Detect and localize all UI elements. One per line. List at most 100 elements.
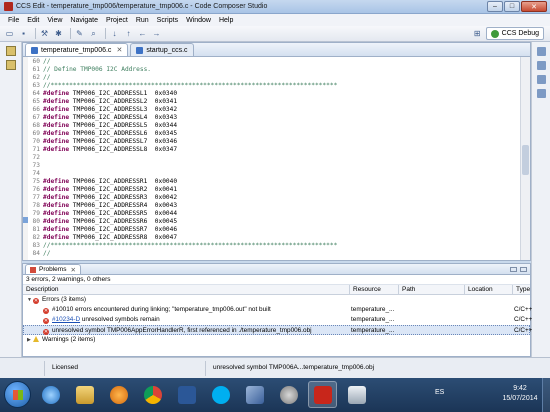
project-explorer-icon[interactable] [6,46,16,56]
new-file-icon[interactable]: ▭ [4,28,15,39]
status-separator [44,361,45,376]
code-line[interactable]: 72 [29,154,43,162]
save-icon[interactable]: ▪ [18,28,29,39]
debug-bug-icon[interactable]: ✱ [53,28,64,39]
column-type[interactable]: Type [512,285,532,295]
maximize-button[interactable]: □ [504,1,520,12]
column-description[interactable]: Description [23,285,349,295]
taskbar-explorer[interactable] [70,381,99,408]
warnings-group-row[interactable]: ▶ Warnings (2 items) [23,335,530,345]
maximize-view-icon[interactable] [520,266,527,272]
code-line[interactable]: 64 #define TMP006_I2C_ADDRESSL1 0x0340 [29,90,178,98]
code-line[interactable]: 74 [29,170,43,178]
back-icon[interactable]: ← [137,28,148,39]
menu-window[interactable]: Window [182,17,215,24]
menu-edit[interactable]: Edit [23,17,43,24]
minimize-button[interactable]: – [487,1,503,12]
problem-row[interactable]: ✕ #10010 errors encountered during linkin… [23,305,532,315]
menu-view[interactable]: View [43,17,66,24]
system-clock[interactable]: 9:42 15/07/2014 [500,384,540,404]
skype-icon [211,385,230,404]
code-line[interactable]: 83//************************************… [29,242,338,250]
code-line[interactable]: 71 #define TMP006_I2C_ADDRESSL8 0x0347 [29,146,178,154]
code-line[interactable]: 73 [29,162,43,170]
column-path[interactable]: Path [398,285,464,295]
code-line[interactable]: 60// [29,58,51,66]
ccs-debug-perspective-button[interactable]: CCS Debug [485,27,544,40]
code-line[interactable]: 82 #define TMP006_I2C_ADDRESSR8 0x0047 [29,234,178,242]
taskbar-virtualbox[interactable] [240,381,269,408]
editor-vertical-scrollbar[interactable] [520,57,530,260]
code-line[interactable]: 84// [29,250,51,258]
code-line[interactable]: 80 #define TMP006_I2C_ADDRESSR6 0x0045 [29,218,178,226]
forward-icon[interactable]: → [151,28,162,39]
code-line[interactable]: 61// Define TMP006 I2C Address. [29,66,151,74]
taskbar-media-player[interactable] [104,381,133,408]
build-hammer-icon[interactable]: ⚒ [39,28,50,39]
code-line[interactable]: 75 #define TMP006_I2C_ADDRESSR1 0x0040 [29,178,178,186]
problem-type: C/C++... [514,306,532,313]
code-comment: //**************************************… [43,82,338,89]
taskbar-chrome[interactable] [138,381,167,408]
code-line[interactable]: 65 #define TMP006_I2C_ADDRESSL2 0x0341 [29,98,178,106]
minimized-view-icon[interactable] [537,89,546,98]
code-line[interactable]: 70 #define TMP006_I2C_ADDRESSL7 0x0346 [29,138,178,146]
scrollbar-thumb[interactable] [522,145,529,175]
outline-icon[interactable] [6,60,16,70]
minimized-view-icon[interactable] [537,61,546,70]
problem-row-selected[interactable]: ✕ unresolved symbol TMP006AppErrorHandler… [23,325,532,335]
code-line[interactable]: 79 #define TMP006_I2C_ADDRESSR5 0x0044 [29,210,178,218]
close-tab-icon[interactable]: ✕ [116,46,122,54]
next-annotation-icon[interactable]: ↓ [109,28,120,39]
taskbar-calculator[interactable] [342,381,371,408]
code-line[interactable]: 66 #define TMP006_I2C_ADDRESSL3 0x0342 [29,106,178,114]
flash-icon[interactable]: ✎ [74,28,85,39]
tab-startup-ccs-c[interactable]: startup_ccs.c [130,43,194,56]
taskbar-code-composer-studio[interactable] [308,381,337,408]
bug-icon [490,29,499,38]
code-line[interactable]: 77 #define TMP006_I2C_ADDRESSR3 0x0042 [29,194,178,202]
toolbar-separator [35,28,36,39]
code-line[interactable]: 78 #define TMP006_I2C_ADDRESSR4 0x0043 [29,202,178,210]
problem-row[interactable]: ✕ #10234-D unresolved symbols remain temp… [23,315,532,325]
code-line[interactable]: 69 #define TMP006_I2C_ADDRESSL6 0x0345 [29,130,178,138]
code-line[interactable]: 62// [29,74,51,82]
minimize-view-icon[interactable] [510,266,517,272]
code-line[interactable]: 63//************************************… [29,82,338,90]
code-line[interactable]: 68 #define TMP006_I2C_ADDRESSL5 0x0344 [29,122,178,130]
close-button[interactable]: ✕ [521,1,547,12]
errors-group-row[interactable]: ▼ ✕ Errors (3 items) [23,295,530,305]
taskbar-word[interactable] [172,381,201,408]
code-text: TMP006_I2C_ADDRESSL5 0x0344 [69,122,178,129]
code-comment: // [43,250,51,257]
open-perspective-icon[interactable]: ⊞ [472,28,483,39]
taskbar-network-app[interactable] [274,381,303,408]
taskbar-internet-explorer[interactable] [36,381,65,408]
problem-id-link[interactable]: #10234-D [52,316,80,323]
tab-temperature-tmp006-c[interactable]: temperature_tmp006.c ✕ [25,43,129,56]
column-resource[interactable]: Resource [349,285,398,295]
minimized-view-icon[interactable] [537,47,546,56]
start-button[interactable] [4,381,31,408]
language-indicator[interactable]: ES [435,389,444,396]
prev-annotation-icon[interactable]: ↑ [123,28,134,39]
problems-tab-bar: Problems ✕ [23,264,530,275]
code-line[interactable]: 76 #define TMP006_I2C_ADDRESSR2 0x0041 [29,186,178,194]
search-icon[interactable]: ⌕ [88,28,99,39]
menu-navigate[interactable]: Navigate [66,17,102,24]
minimized-view-icon[interactable] [537,75,546,84]
menu-project[interactable]: Project [102,17,132,24]
taskbar-skype[interactable] [206,381,235,408]
menu-scripts[interactable]: Scripts [153,17,182,24]
folder-icon [75,385,94,404]
show-desktop-button[interactable] [542,378,550,412]
menu-help[interactable]: Help [215,17,237,24]
menu-run[interactable]: Run [132,17,153,24]
close-tab-icon[interactable]: ✕ [70,266,75,274]
tab-problems[interactable]: Problems ✕ [25,264,81,274]
code-text-area[interactable]: 60//61// Define TMP006 I2C Address. 62//6… [23,57,530,260]
column-location[interactable]: Location [464,285,512,295]
code-line[interactable]: 81 #define TMP006_I2C_ADDRESSR7 0x0046 [29,226,178,234]
menu-file[interactable]: File [4,17,23,24]
code-line[interactable]: 67 #define TMP006_I2C_ADDRESSL4 0x0343 [29,114,178,122]
